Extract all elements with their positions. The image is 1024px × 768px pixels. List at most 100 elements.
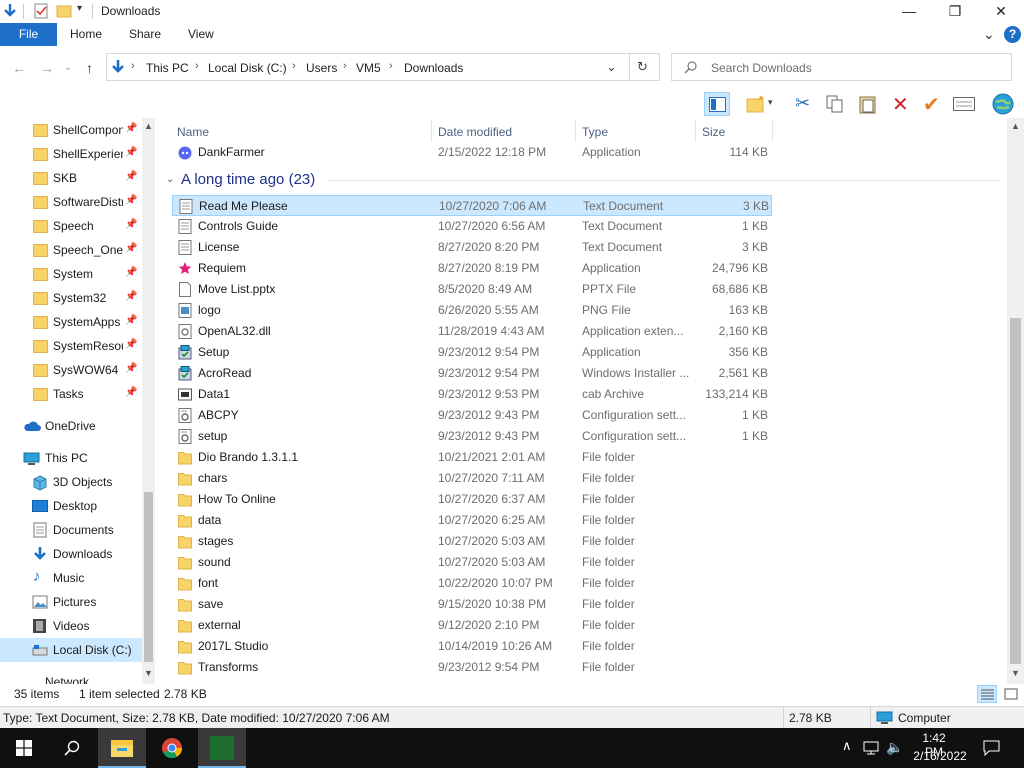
network-icon[interactable] xyxy=(862,740,880,756)
column-header-date[interactable]: Date modified xyxy=(438,125,512,139)
column-header-type[interactable]: Type xyxy=(582,125,608,139)
group-header[interactable]: A long time ago (23) xyxy=(181,171,315,188)
details-view-button[interactable] xyxy=(977,685,997,703)
nav-item-syswow64[interactable]: SysWOW64 📌 xyxy=(0,358,142,382)
notification-icon[interactable] xyxy=(983,740,1000,756)
table-row[interactable]: save 9/15/2020 10:38 PM File folder xyxy=(172,594,772,615)
table-row[interactable]: AcroRead 9/23/2012 9:54 PM Windows Install… xyxy=(172,363,772,384)
column-header-name[interactable]: Name xyxy=(177,125,209,139)
properties-button[interactable] xyxy=(951,92,977,116)
nav-item-skb[interactable]: SKB 📌 xyxy=(0,166,142,190)
nav-item-documents[interactable]: Documents xyxy=(0,518,142,542)
new-folder-icon[interactable] xyxy=(56,3,72,19)
down-arrow-icon[interactable] xyxy=(2,3,18,19)
address-history-icon[interactable]: ⌄ xyxy=(606,59,617,75)
table-row[interactable]: stages 10/27/2020 5:03 AM File folder xyxy=(172,531,772,552)
nav-item-speech[interactable]: Speech 📌 xyxy=(0,214,142,238)
file-list-scrollbar[interactable]: ▲ ▼ xyxy=(1007,118,1024,684)
column-divider[interactable] xyxy=(431,120,432,142)
table-row[interactable]: chars 10/27/2020 7:11 AM File folder xyxy=(172,468,772,489)
nav-item-music[interactable]: ♪ Music xyxy=(0,566,142,590)
table-row[interactable]: external 9/12/2020 2:10 PM File folder xyxy=(172,615,772,636)
breadcrumb-downloads[interactable]: Downloads xyxy=(404,61,463,75)
column-header-size[interactable]: Size xyxy=(702,125,725,139)
help-icon[interactable]: ? xyxy=(1004,26,1021,43)
table-row[interactable]: data 10/27/2020 6:25 AM File folder xyxy=(172,510,772,531)
show-hidden-icons[interactable]: ∧ xyxy=(842,738,852,754)
table-row[interactable]: Transforms 9/23/2012 9:54 PM File folder xyxy=(172,657,772,678)
nav-item-videos[interactable]: Videos xyxy=(0,614,142,638)
nav-item-tasks[interactable]: Tasks 📌 xyxy=(0,382,142,406)
globe-button[interactable] xyxy=(990,92,1016,116)
table-row[interactable]: How To Online 10/27/2020 6:37 AM File fold… xyxy=(172,489,772,510)
maximize-button[interactable]: ❐ xyxy=(932,0,978,23)
nav-item-network[interactable]: Network xyxy=(0,670,142,684)
navigation-pane-scrollbar[interactable]: ▲ ▼ xyxy=(142,118,155,684)
scroll-up-icon[interactable]: ▲ xyxy=(144,121,153,131)
nav-item-softwaredistribution[interactable]: SoftwareDistr 📌 xyxy=(0,190,142,214)
nav-item-onedrive[interactable]: OneDrive xyxy=(0,414,142,438)
expand-ribbon-icon[interactable]: ⌄ xyxy=(983,26,995,43)
nav-item-local-disk[interactable]: Local Disk (C:) xyxy=(0,638,142,662)
tab-view[interactable]: View xyxy=(188,23,214,46)
breadcrumb-separator-icon[interactable]: › xyxy=(131,60,135,72)
nav-item-shellexperiences[interactable]: ShellExperien 📌 xyxy=(0,142,142,166)
column-divider[interactable] xyxy=(772,120,773,142)
nav-item-system32[interactable]: System32 📌 xyxy=(0,286,142,310)
taskbar-game-app[interactable] xyxy=(198,728,246,768)
scroll-down-icon[interactable]: ▼ xyxy=(1011,668,1020,678)
search-input[interactable]: Search Downloads xyxy=(671,53,1012,81)
paste-button[interactable] xyxy=(855,92,881,116)
nav-item-shellcomponents[interactable]: ShellCompon 📌 xyxy=(0,118,142,142)
tab-share[interactable]: Share xyxy=(129,23,161,46)
nav-item-system[interactable]: System 📌 xyxy=(0,262,142,286)
table-row[interactable]: Controls Guide 10/27/2020 6:56 AM Text Doc… xyxy=(172,216,772,237)
volume-icon[interactable]: 🔈 xyxy=(886,739,903,756)
nav-item-desktop[interactable]: Desktop xyxy=(0,494,142,518)
table-row[interactable]: OpenAL32.dll 11/28/2019 4:43 AM Applicatio… xyxy=(172,321,772,342)
search-button[interactable] xyxy=(48,728,96,768)
forward-arrow-icon[interactable]: → xyxy=(40,60,54,76)
close-button[interactable]: ✕ xyxy=(978,0,1024,23)
nav-item-this-pc[interactable]: This PC xyxy=(0,446,142,470)
table-row[interactable]: License 8/27/2020 8:20 PM Text Document 3 K… xyxy=(172,237,772,258)
nav-item-pictures[interactable]: Pictures xyxy=(0,590,142,614)
new-item-button[interactable] xyxy=(744,92,770,116)
column-divider[interactable] xyxy=(575,120,576,142)
table-row[interactable]: Dio Brando 1.3.1.1 10/21/2021 2:01 AM File… xyxy=(172,447,772,468)
taskbar-file-explorer[interactable] xyxy=(98,728,146,768)
breadcrumb-local-disk[interactable]: Local Disk (C:) xyxy=(208,61,287,75)
nav-item-systemapps[interactable]: SystemApps 📌 xyxy=(0,310,142,334)
delete-button[interactable]: ✕ xyxy=(888,92,914,116)
properties-icon[interactable] xyxy=(33,3,49,19)
clock-date[interactable]: 2/16/2022 xyxy=(912,749,968,763)
nav-item-speech-onecore[interactable]: Speech_OneC📌 xyxy=(0,238,142,262)
minimize-button[interactable]: — xyxy=(886,0,932,23)
table-row[interactable]: Data1 9/23/2012 9:53 PM cab Archive 133,214… xyxy=(172,384,772,405)
collapse-group-icon[interactable]: ⌄ xyxy=(166,174,174,185)
table-row[interactable]: Read Me Please 10/27/2020 7:06 AM Text Doc… xyxy=(172,195,772,216)
recent-locations-icon[interactable]: ⌄ xyxy=(64,62,72,73)
copy-button[interactable] xyxy=(822,92,848,116)
nav-item-3d-objects[interactable]: 3D Objects xyxy=(0,470,142,494)
address-bar[interactable]: › This PC › Local Disk (C:) › Users › VM… xyxy=(106,53,660,81)
dropdown-arrow-icon[interactable]: ▾ xyxy=(768,97,773,108)
scroll-down-icon[interactable]: ▼ xyxy=(144,668,153,678)
breadcrumb-separator-icon[interactable]: › xyxy=(195,60,199,72)
table-row[interactable]: logo 6/26/2020 5:55 AM PNG File 163 KB xyxy=(172,300,772,321)
taskbar-chrome[interactable] xyxy=(148,728,196,768)
nav-item-downloads[interactable]: Downloads xyxy=(0,542,142,566)
large-icons-view-button[interactable] xyxy=(1001,685,1021,703)
start-button[interactable] xyxy=(0,728,48,768)
preview-pane-button[interactable] xyxy=(704,92,730,116)
nav-item-systemresources[interactable]: SystemResou 📌 xyxy=(0,334,142,358)
breadcrumb-separator-icon[interactable]: › xyxy=(343,60,347,72)
column-divider[interactable] xyxy=(695,120,696,142)
table-row[interactable]: setup 9/23/2012 9:43 PM Configuration sett… xyxy=(172,426,772,447)
back-arrow-icon[interactable]: ← xyxy=(12,60,26,76)
refresh-icon[interactable]: ↻ xyxy=(637,59,648,75)
tab-home[interactable]: Home xyxy=(70,23,102,46)
tab-file[interactable]: File xyxy=(0,23,57,46)
list-item[interactable]: DankFarmer 2/15/2022 12:18 PM Applicatio… xyxy=(172,142,772,163)
table-row[interactable]: Setup 9/23/2012 9:54 PM Application 356 KB xyxy=(172,342,772,363)
